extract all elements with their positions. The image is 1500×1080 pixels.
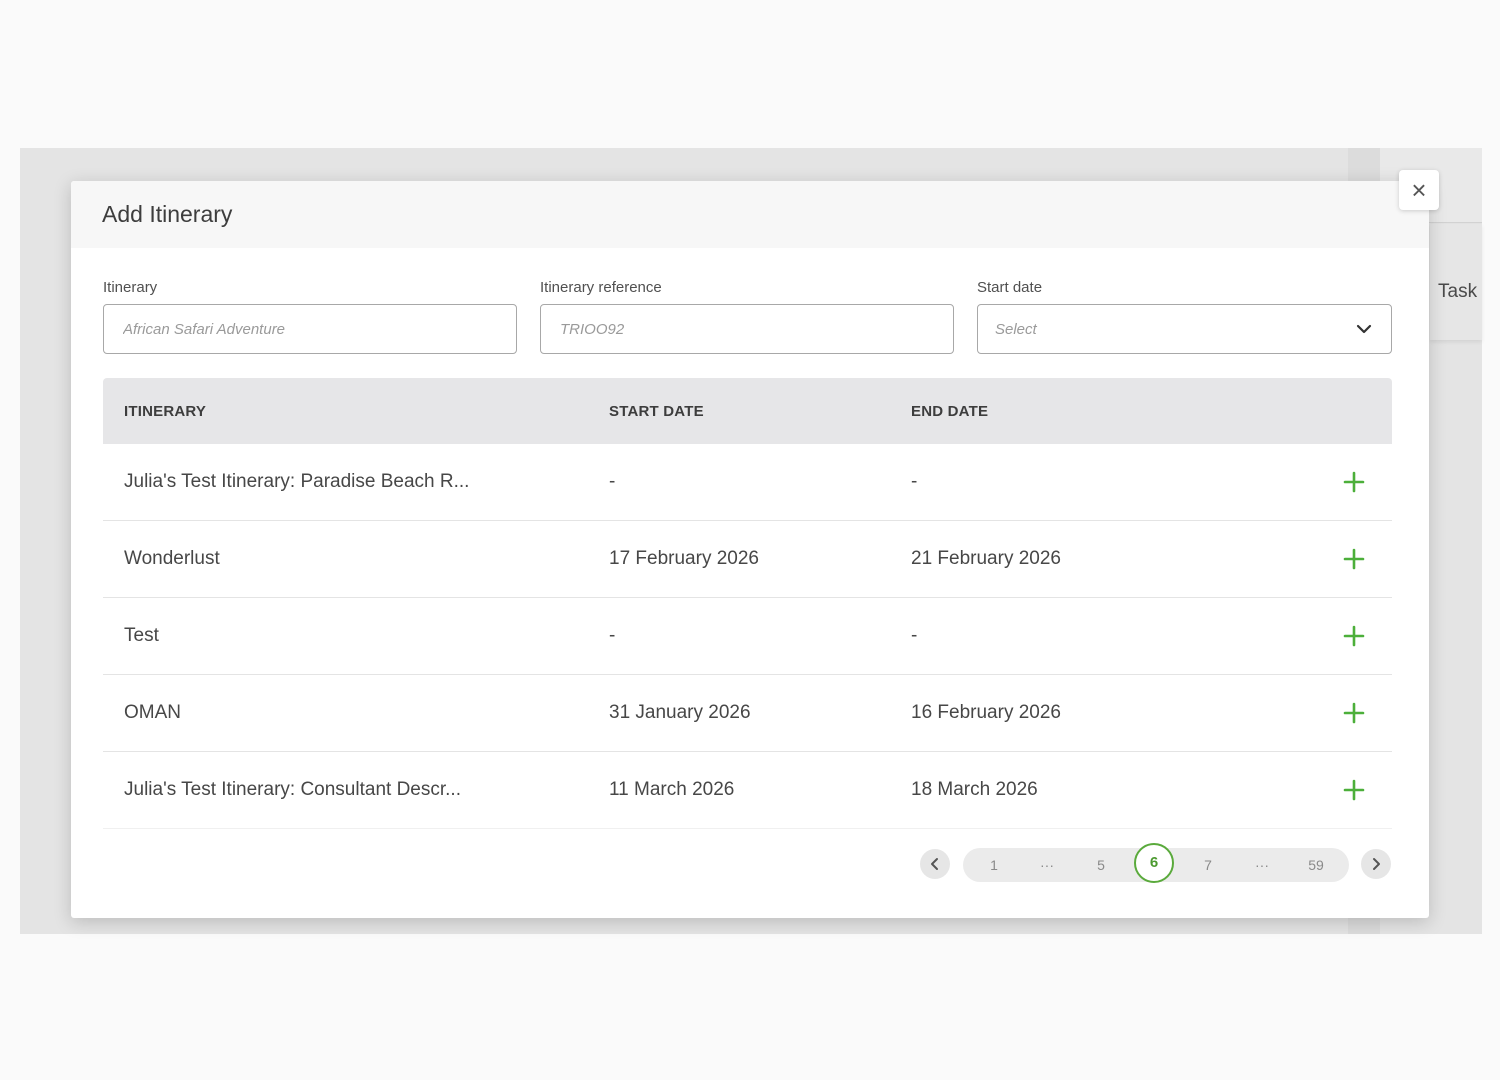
end-date-cell: -	[911, 625, 918, 646]
next-page-button[interactable]	[1361, 849, 1391, 879]
table-row: OMAN 31 January 2026 16 February 2026	[103, 675, 1392, 752]
end-date-cell: 18 March 2026	[911, 779, 1038, 800]
page-ellipsis: ···	[1255, 857, 1269, 873]
previous-page-button[interactable]	[920, 849, 950, 879]
chevron-left-icon	[931, 858, 938, 870]
start-date-select[interactable]: Select	[977, 304, 1392, 354]
start-date-label: Start date	[977, 279, 1043, 296]
itinerary-filter-label: Itinerary	[103, 279, 158, 296]
start-date-cell: 11 March 2026	[609, 779, 735, 800]
page-ellipsis: ···	[1040, 857, 1054, 873]
add-icon[interactable]	[1341, 700, 1367, 726]
add-itinerary-modal: Add Itinerary Itinerary Itinerary refere…	[71, 181, 1429, 918]
page-button-7[interactable]: 7	[1188, 848, 1228, 882]
chevron-down-icon	[1356, 324, 1372, 334]
column-header-itinerary: ITINERARY	[124, 402, 207, 420]
start-date-cell: 31 January 2026	[609, 702, 751, 723]
itinerary-name: Julia's Test Itinerary: Paradise Beach R…	[124, 471, 470, 492]
start-date-select-value: Select	[995, 320, 1037, 338]
add-icon[interactable]	[1341, 546, 1367, 572]
current-page-button[interactable]: 6	[1134, 843, 1174, 883]
itinerary-input[interactable]	[121, 319, 499, 339]
itinerary-filter: Itinerary	[103, 279, 517, 354]
itinerary-name: Julia's Test Itinerary: Consultant Descr…	[124, 779, 461, 800]
table-row: Wonderlust 17 February 2026 21 February …	[103, 521, 1392, 598]
start-date-cell: 17 February 2026	[609, 548, 759, 569]
reference-input-box[interactable]	[540, 304, 954, 354]
page-button-1[interactable]: 1	[974, 848, 1014, 882]
table-row: Test - -	[103, 598, 1392, 675]
end-date-cell: 21 February 2026	[911, 548, 1061, 569]
page-button-5[interactable]: 5	[1081, 848, 1121, 882]
start-date-cell: -	[609, 471, 616, 492]
reference-filter: Itinerary reference	[540, 279, 954, 354]
add-icon[interactable]	[1341, 777, 1367, 803]
reference-input[interactable]	[558, 319, 936, 339]
itinerary-table: ITINERARY START DATE END DATE Julia's Te…	[103, 378, 1392, 829]
start-date-filter: Start date Select	[977, 279, 1392, 354]
pagination: 1 ··· 5 7 ··· 59 6	[920, 843, 1393, 888]
end-date-cell: 16 February 2026	[911, 702, 1061, 723]
itinerary-name: Wonderlust	[124, 548, 220, 569]
itinerary-name: OMAN	[124, 702, 181, 723]
end-date-cell: -	[911, 471, 918, 492]
close-icon: ×	[1411, 174, 1427, 205]
page-button-59[interactable]: 59	[1296, 848, 1336, 882]
column-header-end-date: END DATE	[911, 402, 989, 420]
filter-bar: Itinerary Itinerary reference Start date…	[103, 279, 1392, 359]
table-row: Julia's Test Itinerary: Paradise Beach R…	[103, 444, 1392, 521]
modal-title: Add Itinerary	[102, 201, 233, 227]
chevron-right-icon	[1373, 858, 1380, 870]
table-row: Julia's Test Itinerary: Consultant Descr…	[103, 752, 1392, 829]
itinerary-input-box[interactable]	[103, 304, 517, 354]
reference-filter-label: Itinerary reference	[540, 279, 662, 296]
add-icon[interactable]	[1341, 623, 1367, 649]
table-header: ITINERARY START DATE END DATE	[103, 378, 1392, 444]
add-icon[interactable]	[1341, 469, 1367, 495]
background-tasks-label: Task	[1438, 281, 1478, 302]
itinerary-name: Test	[124, 625, 159, 646]
modal-header: Add Itinerary	[71, 181, 1429, 248]
close-button[interactable]: ×	[1399, 170, 1439, 210]
start-date-cell: -	[609, 625, 616, 646]
column-header-start-date: START DATE	[609, 402, 704, 420]
